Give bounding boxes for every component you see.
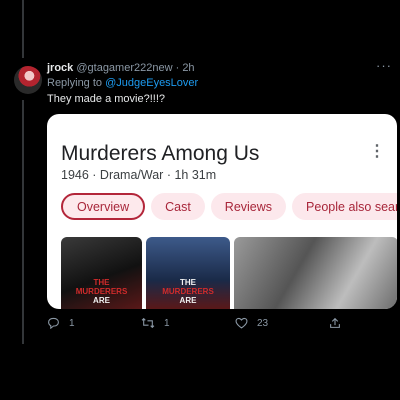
poster-2-line3: ARE: [179, 296, 197, 305]
retweet-count: 1: [164, 317, 170, 329]
poster-2-text: THE MURDERERS ARE: [146, 278, 230, 305]
replying-to-link[interactable]: @JudgeEyesLover: [105, 77, 198, 89]
reply-action[interactable]: 1: [47, 317, 75, 329]
share-icon: [329, 317, 341, 329]
search-result-card[interactable]: Murderers Among Us ⋮ 1946 · Drama/War · …: [47, 114, 397, 309]
poster-1-text: THE MURDERERS ARE: [61, 278, 142, 305]
share-action[interactable]: [329, 317, 341, 329]
thread-line-bottom: [22, 100, 24, 344]
poster-1-line3: ARE: [93, 296, 110, 305]
movie-meta: 1946 · Drama/War · 1h 31m: [61, 168, 217, 182]
poster-1-line1: THE: [93, 278, 110, 287]
chip-people-also-search[interactable]: People also search for: [292, 193, 397, 220]
timestamp[interactable]: 2h: [182, 62, 194, 74]
film-still-image[interactable]: [234, 237, 397, 309]
chip-cast[interactable]: Cast: [151, 193, 205, 220]
retweet-icon: [141, 317, 155, 329]
poster-1-line2: MURDERERS: [75, 287, 128, 296]
like-action[interactable]: 23: [235, 317, 268, 329]
thread-line-top: [22, 0, 24, 58]
replying-to: Replying to @JudgeEyesLover: [47, 77, 198, 89]
reply-count: 1: [69, 317, 75, 329]
poster-image-1[interactable]: THE MURDERERS ARE: [61, 237, 142, 309]
avatar[interactable]: [14, 66, 42, 94]
image-strip: THE MURDERERS ARE THE MURDERERS ARE: [61, 237, 397, 309]
kebab-menu-icon[interactable]: ⋮: [369, 141, 385, 161]
poster-image-2[interactable]: THE MURDERERS ARE: [146, 237, 230, 309]
movie-title: Murderers Among Us: [61, 142, 260, 165]
user-handle[interactable]: @gtagamer222new: [76, 62, 172, 74]
reply-icon: [47, 317, 60, 329]
more-icon[interactable]: ···: [376, 58, 392, 73]
chip-row: Overview Cast Reviews People also search…: [61, 193, 397, 220]
chip-reviews[interactable]: Reviews: [210, 193, 287, 220]
replying-prefix: Replying to: [47, 77, 106, 89]
separator: ·: [172, 62, 183, 74]
like-count: 23: [257, 317, 269, 329]
heart-icon: [235, 317, 248, 329]
user-name[interactable]: jrock: [47, 62, 73, 74]
tweet-header: jrock @gtagamer222new · 2h: [47, 62, 195, 74]
retweet-action[interactable]: 1: [141, 317, 170, 329]
poster-2-line2: MURDERERS: [162, 287, 214, 296]
chip-overview[interactable]: Overview: [61, 193, 146, 220]
poster-2-line1: THE: [180, 278, 196, 287]
tweet-text: They made a movie?!!!?: [47, 93, 166, 105]
